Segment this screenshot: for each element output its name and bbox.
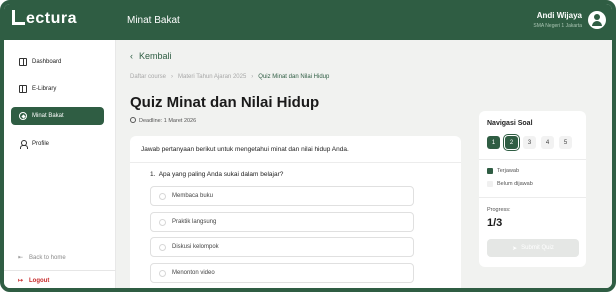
question-number-button[interactable]: 4: [541, 136, 554, 149]
question-number-button[interactable]: 3: [523, 136, 536, 149]
top-header: ectura Minat Bakat Andi Wijaya SMA Neger…: [4, 4, 612, 40]
sidebar-divider: [4, 270, 116, 271]
question-number-button[interactable]: 2: [505, 136, 518, 149]
legend-unanswered: Belum dijawab: [487, 181, 533, 187]
arrow-left-icon: ⇤: [18, 255, 24, 261]
back-to-home-link[interactable]: ⇤ Back to home: [18, 254, 66, 261]
logout-icon: ↦: [18, 278, 24, 284]
question-body: Apa yang paling Anda sukai dalam belajar…: [158, 171, 284, 178]
main-content: ‹ Kembali Daftar course › Materi Tahun Ajar…: [116, 40, 612, 288]
page-title: Quiz Minat dan Nilai Hidup: [130, 94, 320, 111]
sidebar-item-dashboard[interactable]: Dashboard: [11, 53, 104, 71]
question-number-button[interactable]: 5: [559, 136, 572, 149]
submit-quiz-button[interactable]: ➤ Submit Quiz: [487, 239, 579, 257]
submit-label: Submit Quiz: [521, 245, 554, 251]
panel-divider: [479, 197, 586, 198]
answered-swatch: [487, 168, 493, 174]
unanswered-swatch: [487, 181, 493, 187]
breadcrumb-item[interactable]: Materi Tahun Ajaran 2025: [178, 74, 246, 80]
sidebar: Dashboard E-Library Minat Bakat Profile …: [4, 40, 116, 288]
logout-button[interactable]: ↦ Logout: [18, 277, 49, 284]
back-home-label: Back to home: [29, 255, 66, 261]
deadline: Deadline: 1 Maret 2026: [130, 117, 196, 124]
answer-option[interactable]: Diskusi kelompok: [150, 237, 414, 257]
grid-icon: [19, 58, 27, 66]
question-number-row: 1 2 3 4 5: [487, 136, 572, 149]
compass-icon: [19, 112, 27, 120]
option-label: Membaca buku: [172, 193, 214, 199]
user-name: Andi Wijaya: [536, 11, 582, 20]
question-navigation-panel: Navigasi Soal 1 2 3 4 5 Terjawab Belum d…: [479, 111, 586, 267]
panel-divider: [479, 159, 586, 160]
card-divider: [130, 162, 461, 163]
logout-label: Logout: [29, 278, 50, 284]
legend-answered: Terjawab: [487, 168, 519, 174]
sidebar-item-label: Profile: [32, 141, 50, 147]
chevron-right-icon: ›: [171, 74, 174, 80]
deadline-text: Deadline: 1 Maret 2026: [139, 118, 197, 124]
breadcrumb: Daftar course › Materi Tahun Ajaran 2025 › Q…: [130, 74, 329, 80]
header-page-title: Minat Bakat: [127, 15, 180, 26]
progress-value: 1/3: [487, 217, 503, 229]
back-label: Kembali: [139, 51, 172, 61]
sidebar-item-e-library[interactable]: E-Library: [11, 80, 104, 98]
user-school: SMA Negeri 1 Jakarta: [533, 23, 582, 29]
radio-button[interactable]: [159, 269, 166, 277]
breadcrumb-current: Quiz Minat dan Nilai Hidup: [258, 74, 330, 80]
send-icon: ➤: [512, 245, 518, 252]
legend-label: Belum dijawab: [497, 181, 533, 187]
navigation-title: Navigasi Soal: [487, 120, 533, 127]
breadcrumb-item[interactable]: Daftar course: [130, 74, 166, 80]
clock-icon: [130, 117, 136, 123]
answer-option[interactable]: Membaca buku: [150, 186, 414, 206]
question-number-button[interactable]: 1: [487, 136, 500, 149]
sidebar-item-label: E-Library: [32, 86, 57, 92]
user-icon: [19, 140, 28, 149]
sidebar-item-minat-bakat[interactable]: Minat Bakat: [11, 107, 104, 125]
chevron-left-icon: ‹: [130, 51, 133, 61]
radio-button[interactable]: [159, 243, 166, 251]
back-link[interactable]: ‹ Kembali: [130, 51, 172, 61]
avatar[interactable]: [588, 11, 606, 29]
lectura-logo[interactable]: ectura: [12, 10, 77, 28]
question-text: 1. Apa yang paling Anda sukai dalam bela…: [150, 171, 283, 178]
answer-option[interactable]: Menonton video: [150, 263, 414, 283]
app-frame: ectura Minat Bakat Andi Wijaya SMA Neger…: [0, 0, 616, 292]
option-label: Praktik langsung: [172, 219, 217, 225]
option-label: Menonton video: [172, 270, 215, 276]
chevron-right-icon: ›: [251, 74, 254, 80]
radio-button[interactable]: [159, 192, 166, 200]
question-number: 1.: [150, 171, 156, 178]
book-icon: [19, 85, 27, 93]
progress-label: Progress:: [487, 207, 511, 213]
sidebar-item-label: Minat Bakat: [32, 113, 64, 119]
logo-text: ectura: [26, 10, 78, 27]
logo-letter-mark: [12, 10, 25, 25]
radio-button[interactable]: [159, 218, 166, 226]
instruction-text: Jawab pertanyaan berikut untuk mengetahu…: [141, 146, 349, 153]
sidebar-item-profile[interactable]: Profile: [11, 135, 104, 153]
question-card: Jawab pertanyaan berikut untuk mengetahu…: [130, 136, 461, 288]
legend-label: Terjawab: [497, 168, 520, 174]
option-label: Diskusi kelompok: [172, 244, 219, 250]
sidebar-item-label: Dashboard: [32, 59, 62, 65]
answer-option[interactable]: Praktik langsung: [150, 212, 414, 232]
